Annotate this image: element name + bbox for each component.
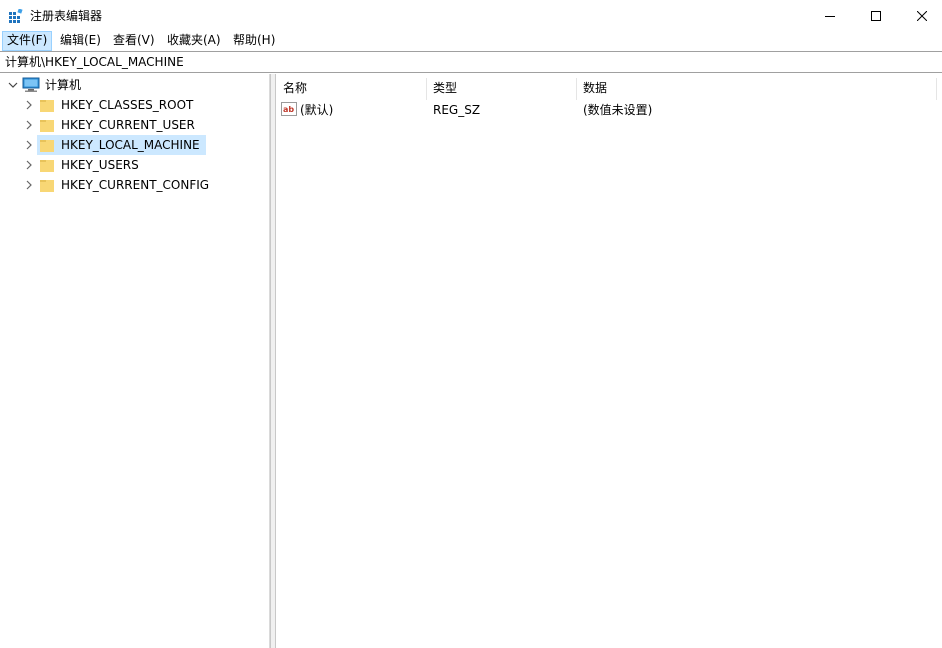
folder-icon — [40, 99, 54, 112]
tree-item-label: HKEY_CURRENT_USER — [61, 118, 195, 132]
close-icon — [917, 10, 927, 21]
tree-item-hkey-current-user[interactable]: HKEY_CURRENT_USER — [24, 115, 198, 135]
menu-favorites[interactable]: 收藏夹(A) — [162, 31, 226, 51]
column-header-data[interactable]: 数据 — [576, 76, 936, 100]
tree-root-label: 计算机 — [45, 78, 82, 92]
folder-icon — [40, 179, 54, 192]
menu-bar: 文件(F) 编辑(E) 查看(V) 收藏夹(A) 帮助(H) — [0, 31, 942, 51]
address-bar[interactable]: 计算机\HKEY_LOCAL_MACHINE — [0, 51, 942, 73]
string-value-icon: ab — [281, 102, 297, 116]
tree-root-computer[interactable]: 计算机 — [8, 75, 84, 95]
address-path[interactable]: 计算机\HKEY_LOCAL_MACHINE — [5, 55, 184, 70]
registry-app-icon — [9, 9, 23, 23]
registry-editor-window: 注册表编辑器 文件(F) 编辑(E) 查看(V) 收藏夹(A) 帮助(H) 计算… — [0, 0, 942, 648]
column-separator[interactable] — [936, 78, 937, 100]
chevron-right-icon[interactable] — [24, 180, 34, 190]
folder-icon — [40, 159, 54, 172]
menu-help[interactable]: 帮助(H) — [228, 31, 280, 51]
list-header: 名称 类型 数据 — [276, 76, 937, 100]
tree-item-hkey-current-config[interactable]: HKEY_CURRENT_CONFIG — [24, 175, 212, 195]
value-list-pane[interactable]: 名称 类型 数据 ab (默认) REG_SZ (数值未设置) — [276, 74, 942, 648]
close-button[interactable] — [899, 0, 942, 31]
selection-highlight: HKEY_LOCAL_MACHINE — [37, 135, 206, 155]
folder-icon — [40, 119, 54, 132]
minimize-icon — [825, 15, 835, 17]
menu-edit[interactable]: 编辑(E) — [55, 31, 106, 51]
tree-item-label: HKEY_LOCAL_MACHINE — [61, 138, 200, 152]
table-row[interactable]: ab (默认) REG_SZ (数值未设置) — [276, 100, 936, 120]
tree-item-hkey-local-machine[interactable]: HKEY_LOCAL_MACHINE — [24, 135, 206, 155]
tree-item-hkey-classes-root[interactable]: HKEY_CLASSES_ROOT — [24, 95, 196, 115]
maximize-button[interactable] — [853, 0, 899, 31]
chevron-right-icon[interactable] — [24, 120, 34, 130]
value-name: (默认) — [300, 103, 334, 117]
chevron-right-icon[interactable] — [24, 160, 34, 170]
value-type: REG_SZ — [433, 103, 481, 117]
folder-icon — [40, 139, 54, 152]
title-bar[interactable]: 注册表编辑器 — [0, 0, 942, 31]
chevron-right-icon[interactable] — [24, 100, 34, 110]
key-tree-pane[interactable]: 计算机 HKEY_CLASSES_ROOT HKEY_CURRENT_USER … — [0, 74, 270, 648]
svg-text:ab: ab — [283, 105, 294, 114]
column-header-type[interactable]: 类型 — [426, 76, 576, 100]
chevron-right-icon[interactable] — [24, 140, 34, 150]
chevron-down-icon[interactable] — [8, 80, 18, 90]
computer-icon — [22, 77, 40, 92]
value-data: (数值未设置) — [583, 103, 653, 117]
maximize-icon — [871, 10, 881, 21]
tree-item-label: HKEY_CLASSES_ROOT — [61, 98, 194, 112]
tree-item-label: HKEY_USERS — [61, 158, 139, 172]
menu-file[interactable]: 文件(F) — [2, 31, 53, 51]
column-header-name[interactable]: 名称 — [276, 76, 426, 100]
window-title: 注册表编辑器 — [30, 9, 103, 23]
tree-item-label: HKEY_CURRENT_CONFIG — [61, 178, 210, 192]
menu-view[interactable]: 查看(V) — [108, 31, 160, 51]
minimize-button[interactable] — [807, 0, 853, 31]
tree-item-hkey-users[interactable]: HKEY_USERS — [24, 155, 142, 175]
